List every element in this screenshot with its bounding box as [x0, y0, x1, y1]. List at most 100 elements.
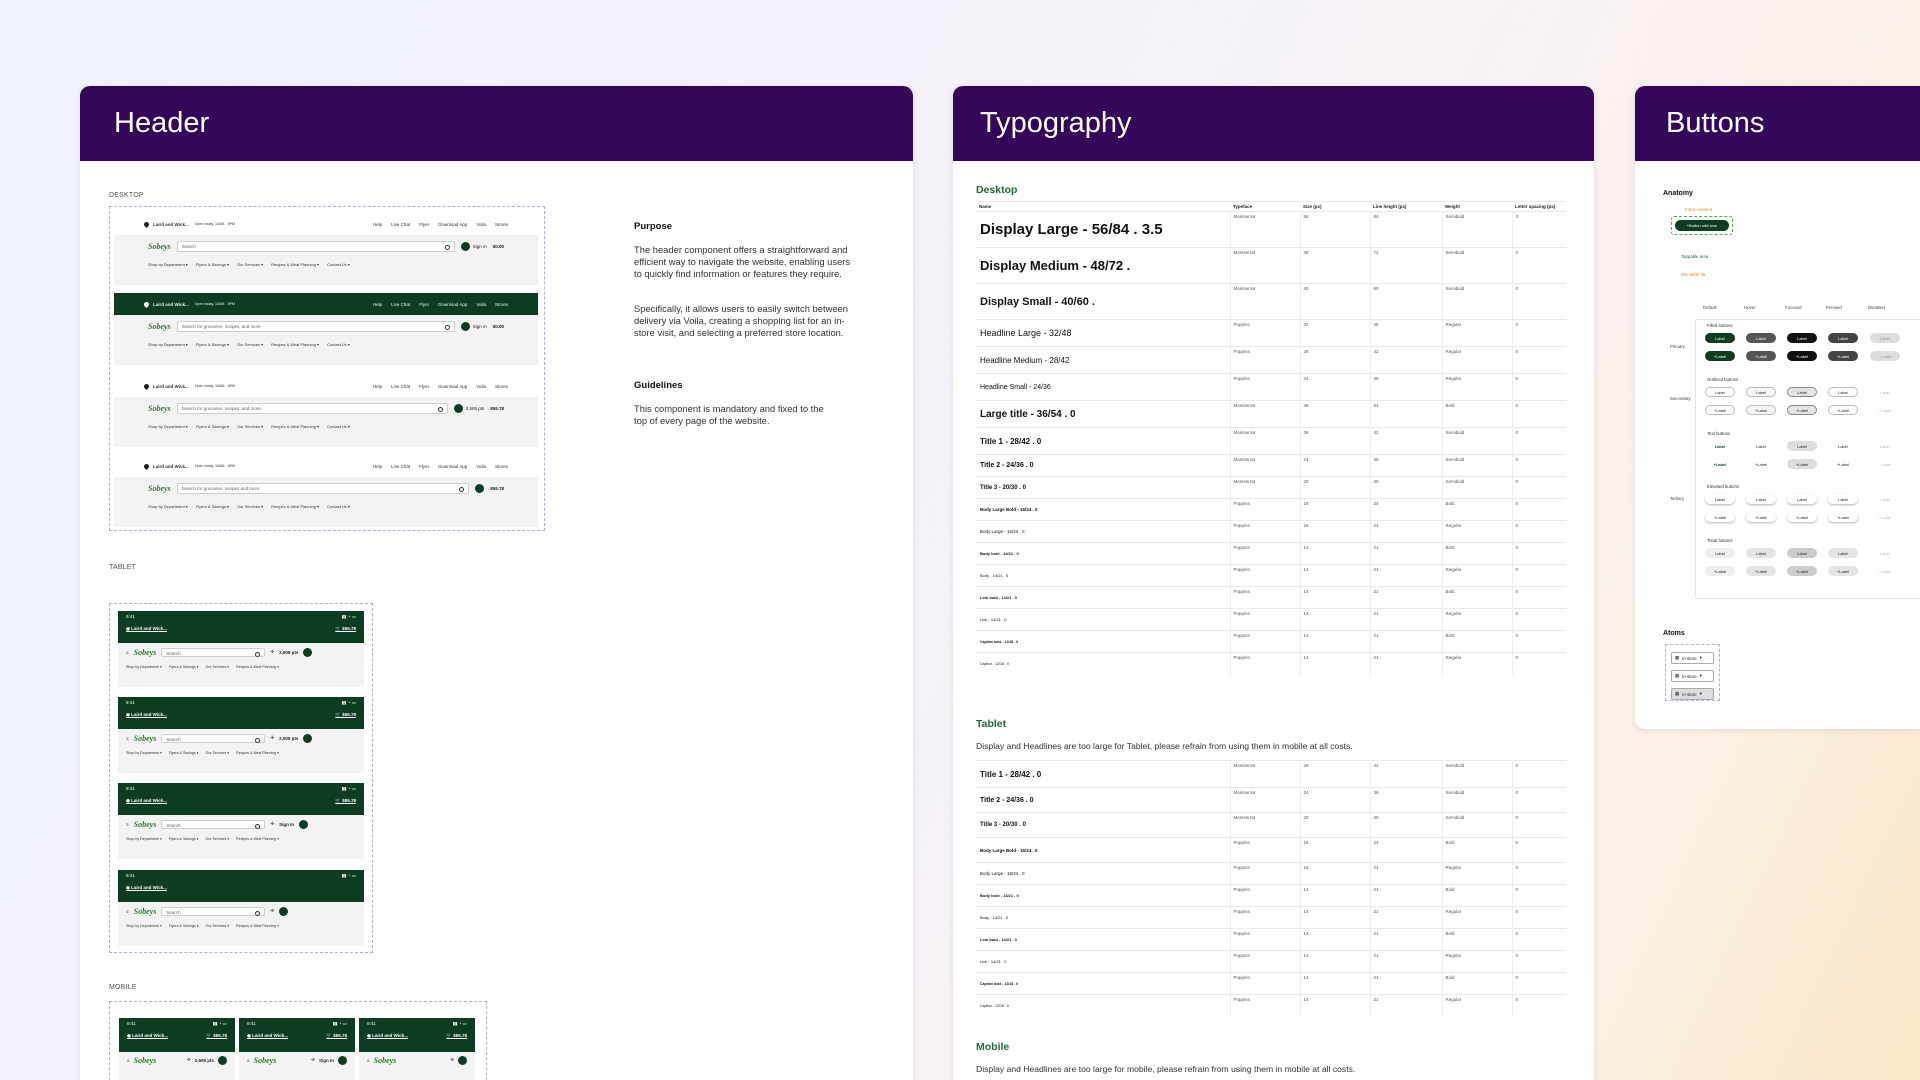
- utility-link[interactable]: Flyer: [419, 302, 429, 307]
- sign-in-button[interactable]: [475, 483, 485, 493]
- variant-button[interactable]: Label: [1828, 494, 1858, 504]
- sobeys-logo[interactable]: Sobeys: [148, 404, 171, 413]
- sobeys-logo[interactable]: Sobeys: [374, 1056, 397, 1065]
- nav-item[interactable]: Recipes & Meal Planning ▾: [271, 342, 319, 347]
- nav-item[interactable]: Flyers & Savings ▾: [196, 262, 229, 267]
- menu-icon[interactable]: ≡: [126, 650, 129, 655]
- variant-button[interactable]: + Label: [1787, 566, 1817, 576]
- cart-total[interactable]: 🛒 $55.78: [326, 1033, 347, 1039]
- utility-link[interactable]: Voila: [476, 302, 486, 307]
- menu-icon[interactable]: ≡: [126, 736, 129, 741]
- nav-item[interactable]: Recipes & Meal Planning ▾: [271, 424, 319, 429]
- search-input[interactable]: Search: [161, 647, 266, 657]
- sobeys-logo[interactable]: Sobeys: [254, 1056, 277, 1065]
- variant-button[interactable]: + Label: [1828, 351, 1858, 361]
- nav-item[interactable]: Our Services ▾: [206, 924, 230, 928]
- variant-button[interactable]: + Label: [1746, 566, 1776, 576]
- utility-link[interactable]: Flyer: [419, 222, 429, 227]
- sobeys-logo[interactable]: Sobeys: [134, 734, 157, 743]
- menu-icon[interactable]: ≡: [247, 1058, 250, 1063]
- variant-button[interactable]: Label: [1870, 548, 1900, 558]
- cart-total[interactable]: 🛒 $55.78: [335, 626, 356, 632]
- variant-button[interactable]: Label: [1746, 387, 1776, 397]
- variant-button[interactable]: + Label: [1787, 459, 1817, 469]
- nav-item[interactable]: Contact Us ▾: [327, 342, 350, 347]
- search-input[interactable]: Search: [161, 819, 266, 829]
- avatar-icon[interactable]: [303, 733, 313, 743]
- search-input[interactable]: Search for groceries, recipes and more: [176, 482, 470, 494]
- nav-item[interactable]: Shop by Department ▾: [126, 751, 162, 755]
- store-locator[interactable]: ◉ Laird and Wick... 🛒 $55.78: [126, 712, 356, 718]
- store-locator[interactable]: Laird and Wick... Open today, 10AM - 9PM: [142, 300, 235, 308]
- store-locator[interactable]: ◉ Laird and Wick... 🛒 $55.78: [367, 1033, 467, 1039]
- nav-item[interactable]: Shop by Department ▾: [148, 424, 188, 429]
- in-store-chip[interactable]: ▦ In-store ▾: [1671, 670, 1714, 682]
- variant-button[interactable]: Label: [1870, 441, 1900, 451]
- nav-item[interactable]: Contact Us ▾: [327, 424, 350, 429]
- nav-item[interactable]: Shop by Department ▾: [126, 924, 162, 928]
- variant-button[interactable]: Label: [1828, 333, 1858, 343]
- nav-item[interactable]: Flyers & Savings ▾: [196, 342, 229, 347]
- cart-total[interactable]: 🛒 $55.78: [335, 798, 356, 804]
- nav-item[interactable]: Recipes & Meal Planning ▾: [271, 262, 319, 267]
- nav-item[interactable]: Flyers & Savings ▾: [169, 837, 199, 841]
- store-locator[interactable]: Laird and Wick... Open today, 10AM - 9PM: [142, 462, 235, 470]
- nav-item[interactable]: Shop by Department ▾: [126, 837, 162, 841]
- variant-button[interactable]: + Label: [1870, 405, 1900, 415]
- cart-total[interactable]: $55.78: [490, 486, 504, 491]
- store-locator[interactable]: ◉ Laird and Wick... 🛒 $55.78: [126, 798, 356, 804]
- variant-button[interactable]: Label: [1705, 494, 1735, 504]
- menu-icon[interactable]: ≡: [127, 1058, 130, 1063]
- nav-item[interactable]: Our Services ▾: [206, 751, 230, 755]
- menu-icon[interactable]: ≡: [367, 1058, 370, 1063]
- variant-button[interactable]: + Label: [1746, 351, 1776, 361]
- variant-button[interactable]: Label: [1705, 441, 1735, 451]
- variant-button[interactable]: Label: [1705, 333, 1735, 343]
- nav-item[interactable]: Recipes & Meal Planning ▾: [236, 665, 279, 669]
- nav-item[interactable]: Recipes & Meal Planning ▾: [236, 751, 279, 755]
- variant-button[interactable]: + Label: [1705, 512, 1735, 522]
- menu-icon[interactable]: ≡: [126, 909, 129, 914]
- avatar-icon[interactable]: [299, 819, 309, 829]
- variant-button[interactable]: Label: [1870, 333, 1900, 343]
- utility-link[interactable]: Help: [373, 464, 382, 469]
- variant-button[interactable]: + Label: [1746, 459, 1776, 469]
- sign-in-button[interactable]: Sign In: [460, 321, 487, 331]
- utility-link[interactable]: Download App: [438, 384, 467, 389]
- variant-button[interactable]: Label: [1828, 441, 1858, 451]
- variant-button[interactable]: Label: [1746, 548, 1776, 558]
- variant-button[interactable]: Label: [1705, 387, 1735, 397]
- sobeys-logo[interactable]: Sobeys: [148, 484, 171, 493]
- variant-button[interactable]: + Label: [1746, 405, 1776, 415]
- avatar-icon[interactable]: [303, 647, 313, 657]
- search-input[interactable]: Search: [161, 906, 266, 916]
- store-locator[interactable]: ◉ Laird and Wick...: [126, 885, 356, 891]
- variant-button[interactable]: + Label: [1705, 566, 1735, 576]
- sobeys-logo[interactable]: Sobeys: [134, 648, 157, 657]
- variant-button[interactable]: Label: [1746, 333, 1776, 343]
- store-locator[interactable]: ◉ Laird and Wick... 🛒 $55.78: [127, 1033, 227, 1039]
- sign-in-button[interactable]: Sign In: [460, 241, 487, 251]
- variant-button[interactable]: Label: [1787, 548, 1817, 558]
- nav-item[interactable]: Flyers & Savings ▾: [169, 751, 199, 755]
- nav-item[interactable]: Flyers & Savings ▾: [196, 504, 229, 509]
- nav-item[interactable]: Flyers & Savings ▾: [169, 924, 199, 928]
- variant-button[interactable]: + Label: [1705, 459, 1735, 469]
- in-store-chip[interactable]: ▦ In-store ▾: [1671, 688, 1714, 700]
- utility-link[interactable]: Stores: [495, 384, 508, 389]
- menu-icon[interactable]: ≡: [126, 822, 129, 827]
- sobeys-logo[interactable]: Sobeys: [134, 1056, 157, 1065]
- cart-total[interactable]: 🛒 $55.78: [446, 1033, 467, 1039]
- nav-item[interactable]: Recipes & Meal Planning ▾: [236, 924, 279, 928]
- in-store-chip[interactable]: ▦ In-store ▾: [1671, 652, 1714, 664]
- variant-button[interactable]: Label: [1870, 494, 1900, 504]
- utility-link[interactable]: Stores: [495, 302, 508, 307]
- variant-button[interactable]: Label: [1705, 548, 1735, 558]
- cart-total[interactable]: $55.78: [490, 406, 504, 411]
- nav-item[interactable]: Flyers & Savings ▾: [196, 424, 229, 429]
- utility-link[interactable]: Stores: [495, 464, 508, 469]
- utility-link[interactable]: Flyer: [419, 464, 429, 469]
- variant-button[interactable]: + Label: [1870, 459, 1900, 469]
- variant-button[interactable]: Label: [1870, 387, 1900, 397]
- nav-item[interactable]: Shop by Department ▾: [148, 262, 188, 267]
